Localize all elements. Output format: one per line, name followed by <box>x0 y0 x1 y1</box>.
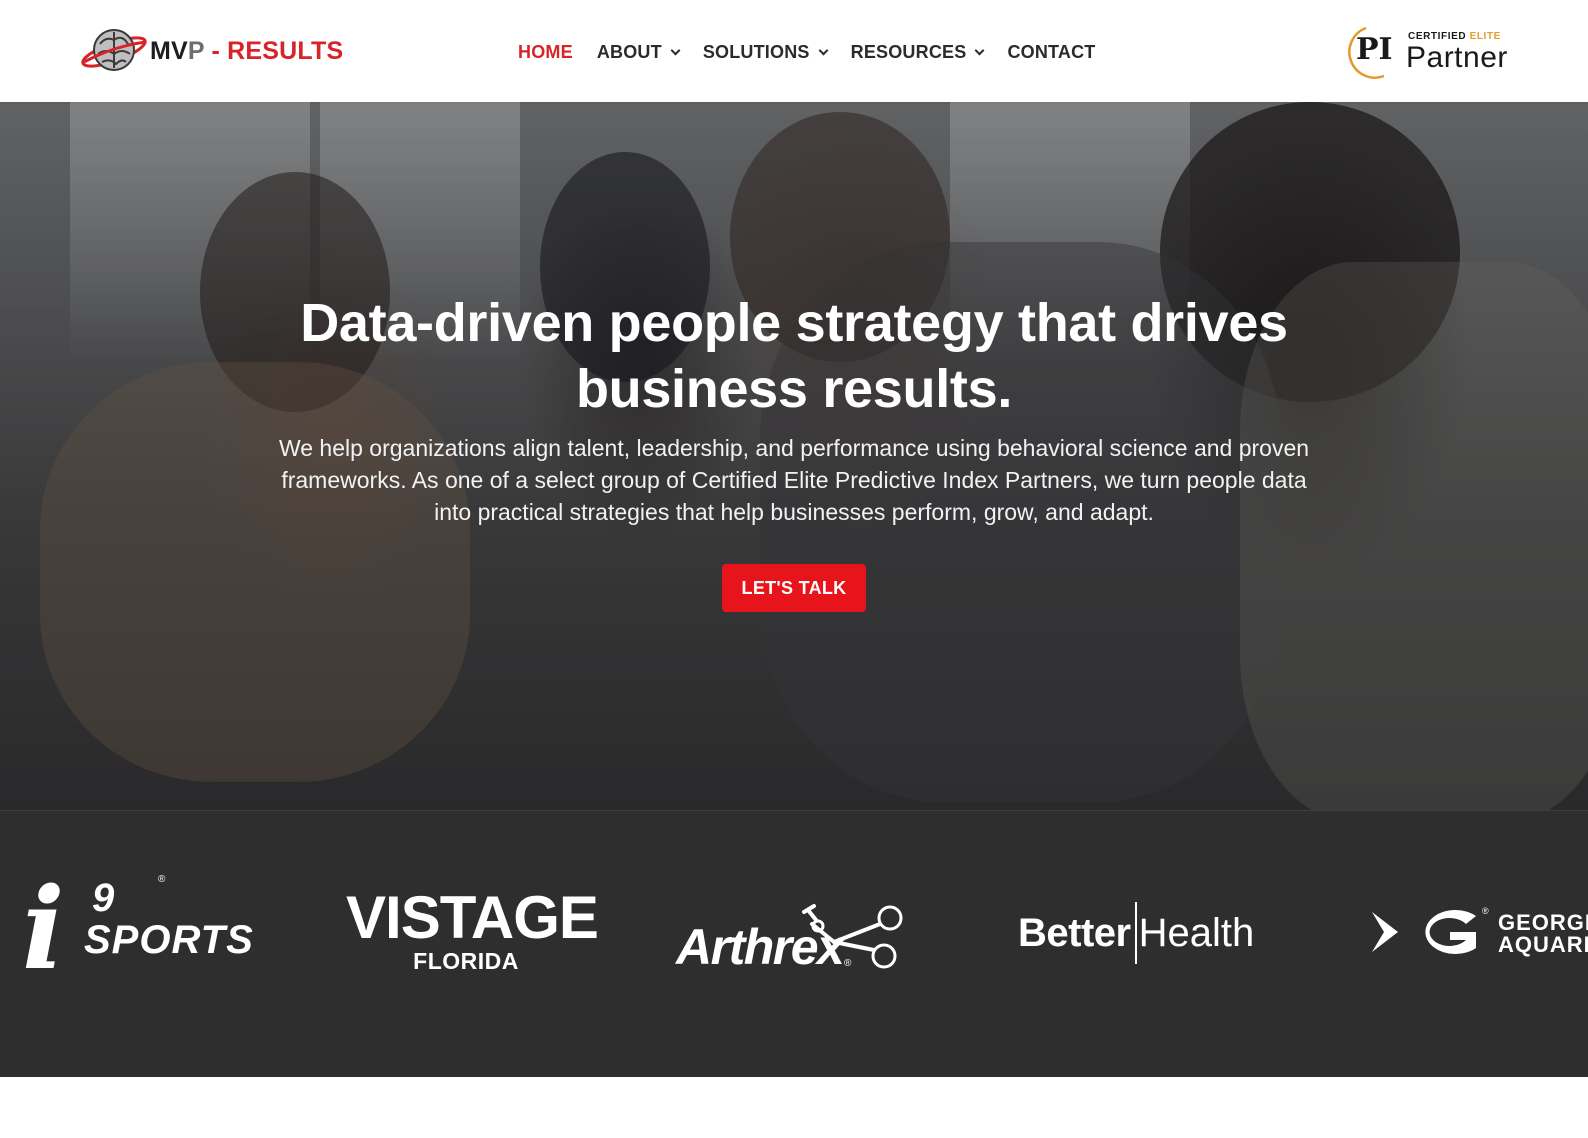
vistage-name: VISTAGE <box>346 884 599 951</box>
chevron-down-icon <box>975 45 985 55</box>
client-logos-strip: i 9 SPORTS ® VISTAGE FLORIDA Arthrex ® B… <box>0 810 1588 1077</box>
registered-mark: ® <box>844 958 852 969</box>
vistage-region: FLORIDA <box>413 948 519 974</box>
health-text: Health <box>1138 910 1255 955</box>
arthrex-logo: Arthrex ® <box>676 896 916 986</box>
better-text: Better <box>1018 910 1131 955</box>
chevron-down-icon <box>670 45 681 55</box>
site-header: MVP - RESULTS HOME ABOUT SOLUTIONS RESOU… <box>0 0 1588 102</box>
i9-sports-logo: i 9 SPORTS ® <box>22 874 262 994</box>
main-nav: HOME ABOUT SOLUTIONS RESOURCES CONTACT <box>518 42 1120 63</box>
i9-letter: i <box>22 864 65 995</box>
brain-globe-icon <box>81 29 147 71</box>
logo-text-results: - RESULTS <box>204 36 344 65</box>
better-health-logo: Better Health <box>1018 898 1258 968</box>
hero-subtitle: We help organizations align talent, lead… <box>278 435 1310 525</box>
i9-nine: 9 <box>92 876 115 920</box>
registered-mark: ® <box>1482 906 1489 916</box>
lets-talk-button[interactable]: LET'S TALK <box>722 564 866 612</box>
georgia-aquarium-logo: ® GEORGIA AQUARIUM <box>1370 902 1588 962</box>
aquarium-text: AQUARIUM <box>1498 932 1588 957</box>
registered-mark: ® <box>158 874 166 885</box>
hero-title-line-2: business results. <box>575 359 1013 419</box>
logo-text-mv: MV <box>150 36 188 65</box>
nav-about[interactable]: ABOUT <box>596 42 681 63</box>
nav-contact-label: CONTACT <box>1007 42 1096 62</box>
pi-letters: PI <box>1356 32 1393 67</box>
nav-solutions-label: SOLUTIONS <box>702 42 810 62</box>
fish-g-icon <box>1372 910 1476 954</box>
hero-title-line-1: Data-driven people strategy that drives <box>300 293 1288 353</box>
logo-text-p: P <box>187 36 205 65</box>
nav-home-label: HOME <box>518 42 573 62</box>
nav-contact[interactable]: CONTACT <box>1007 42 1095 63</box>
better-health-divider <box>1134 902 1137 964</box>
nav-home[interactable]: HOME <box>518 42 573 63</box>
i9-sports-text: SPORTS <box>84 918 254 962</box>
nav-solutions[interactable]: SOLUTIONS <box>702 42 829 63</box>
nav-resources[interactable]: RESOURCES <box>850 42 985 63</box>
arthrex-name: Arthrex <box>676 919 845 975</box>
logo-text: MVP - RESULTS <box>150 37 343 66</box>
hero-title: Data-driven people strategy that drives … <box>194 290 1394 422</box>
site-logo[interactable]: MVP - RESULTS <box>80 26 343 76</box>
chevron-down-icon <box>818 45 829 55</box>
pi-partner-badge[interactable]: PI CERTIFIED ELITE Partner <box>1344 22 1512 82</box>
nav-about-label: ABOUT <box>596 42 662 62</box>
strip-divider <box>0 810 1588 811</box>
nav-resources-label: RESOURCES <box>850 42 967 62</box>
partner-text: Partner <box>1406 41 1508 74</box>
vistage-florida-logo: VISTAGE FLORIDA <box>346 884 599 975</box>
hero-section: Data-driven people strategy that drives … <box>0 102 1588 810</box>
